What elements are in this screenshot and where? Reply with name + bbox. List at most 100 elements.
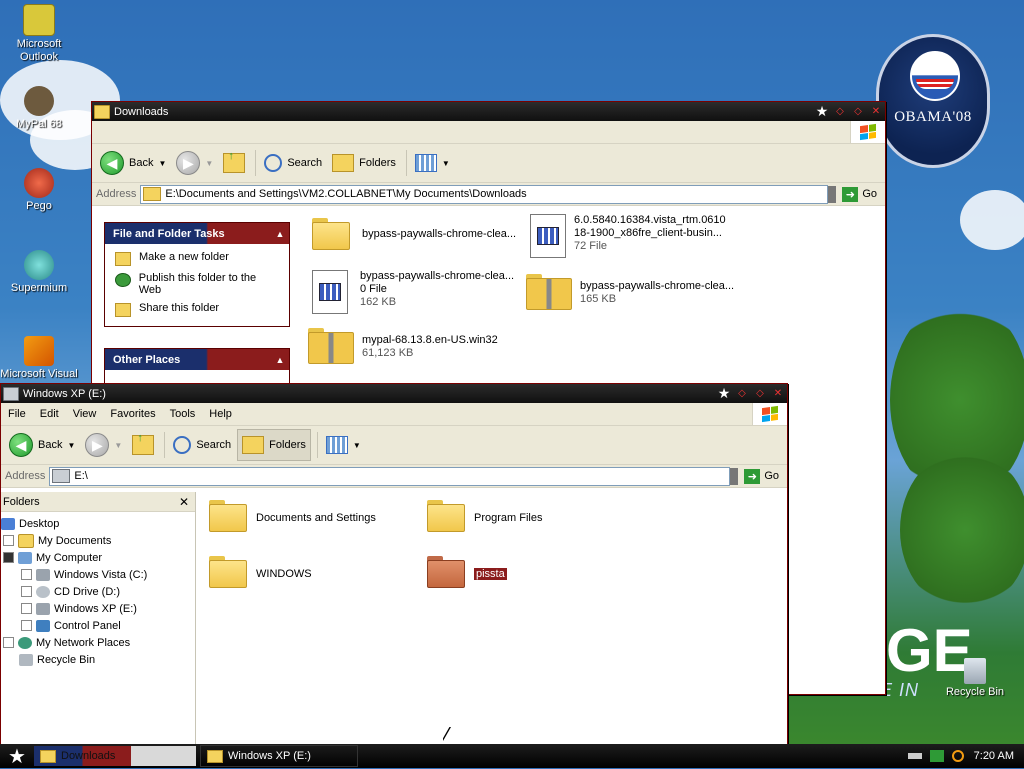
menu-file[interactable]: File bbox=[1, 408, 33, 420]
network-tray-icon[interactable] bbox=[929, 750, 944, 762]
desktop-icon-visual[interactable]: Microsoft Visual bbox=[0, 336, 78, 381]
expand-box[interactable] bbox=[3, 535, 14, 546]
taskbar-button-windows-xp[interactable]: Windows XP (E:) bbox=[200, 745, 358, 767]
folder-item[interactable]: WINDOWS bbox=[209, 556, 312, 588]
tree-item-my-documents[interactable]: My Documents bbox=[1, 532, 195, 549]
maximize-button[interactable]: ◇ bbox=[849, 104, 867, 120]
views-button[interactable]: ▼ bbox=[322, 430, 365, 460]
tree-item-label: My Computer bbox=[36, 551, 103, 564]
go-button[interactable]: ➜ Go bbox=[836, 186, 885, 202]
back-arrow-icon: ◀ bbox=[100, 151, 124, 175]
desktop-icon bbox=[1, 517, 15, 530]
menu-view[interactable]: View bbox=[66, 408, 104, 420]
maximize-button[interactable]: ◇ bbox=[751, 386, 769, 402]
desktop-icon-outlook[interactable]: Microsoft Outlook bbox=[0, 4, 78, 64]
back-button[interactable]: ◀ Back ▼ bbox=[5, 430, 79, 460]
clock[interactable]: 7:20 AM bbox=[974, 750, 1014, 762]
search-button[interactable]: Search bbox=[169, 430, 235, 460]
task-share-folder[interactable]: Share this folder bbox=[105, 299, 289, 320]
go-button[interactable]: ➜ Go bbox=[738, 468, 787, 484]
folder-item[interactable]: Documents and Settings bbox=[209, 500, 376, 532]
file-item[interactable]: mypal-68.13.8.en-US.win32 61,123 KB bbox=[308, 328, 498, 364]
search-button[interactable]: Search bbox=[260, 148, 326, 178]
address-input[interactable]: E:\ bbox=[49, 466, 731, 486]
tree-item-cd-drive[interactable]: CD Drive (D:) bbox=[1, 583, 195, 600]
tree-item-desktop[interactable]: Desktop bbox=[1, 515, 195, 532]
tree-item-label: My Documents bbox=[38, 534, 112, 547]
drive-icon bbox=[52, 469, 71, 483]
minimize-button[interactable]: ◇ bbox=[831, 104, 849, 120]
folders-button[interactable]: Folders bbox=[328, 148, 400, 178]
menu-edit[interactable]: Edit bbox=[33, 408, 66, 420]
forward-arrow-icon: ▶ bbox=[176, 151, 201, 175]
tree-item-label: CD Drive (D:) bbox=[54, 585, 120, 598]
windows-flag-icon bbox=[850, 121, 885, 143]
chevron-down-icon: ▼ bbox=[114, 440, 123, 450]
minimize-button[interactable]: ◇ bbox=[733, 386, 751, 402]
pego-icon bbox=[24, 168, 54, 198]
expand-box[interactable] bbox=[3, 637, 14, 648]
expand-box[interactable] bbox=[21, 586, 32, 597]
keyboard-icon[interactable] bbox=[907, 753, 922, 759]
tree-item-control-panel[interactable]: Control Panel bbox=[1, 617, 195, 634]
back-button[interactable]: ◀ Back ▼ bbox=[96, 148, 170, 178]
search-tray-icon[interactable] bbox=[951, 750, 964, 762]
task-make-new-folder[interactable]: Make a new folder bbox=[105, 248, 289, 269]
desktop-icon-mypal[interactable]: MyPal 68 bbox=[0, 86, 78, 131]
close-button[interactable]: ✕ bbox=[867, 104, 885, 120]
forward-button[interactable]: ▶ ▼ bbox=[172, 148, 217, 178]
desktop-icon-supermium[interactable]: Supermium bbox=[0, 250, 78, 295]
tree-item-my-computer[interactable]: My Computer bbox=[1, 549, 195, 566]
menu-help[interactable]: Help bbox=[202, 408, 239, 420]
collapse-icon[interactable]: ▲ bbox=[271, 355, 289, 365]
back-label: Back bbox=[129, 157, 154, 169]
forward-button[interactable]: ▶ ▼ bbox=[81, 430, 126, 460]
task-publish-folder[interactable]: Publish this folder to the Web bbox=[105, 269, 289, 299]
desktop-icon-label: Pego bbox=[26, 200, 52, 212]
taskbar-button-downloads[interactable]: Downloads bbox=[34, 746, 196, 766]
expand-box[interactable] bbox=[21, 620, 32, 631]
control-panel-icon bbox=[36, 619, 50, 632]
file-item[interactable]: 6.0.5840.16384.vista_rtm.0610 18-1900_x8… bbox=[530, 214, 726, 258]
tasks-pane-header[interactable]: File and Folder Tasks ▲ bbox=[105, 223, 289, 244]
tree-item-vista-drive[interactable]: Windows Vista (C:) bbox=[1, 566, 195, 583]
obama-logo-icon bbox=[910, 51, 960, 101]
folder-item-selected[interactable]: pissta bbox=[427, 556, 507, 588]
downloads-titlebar[interactable]: Downloads ★ ◇ ◇ ✕ bbox=[92, 102, 885, 121]
globe-icon bbox=[115, 273, 131, 287]
views-button[interactable]: ▼ bbox=[411, 148, 454, 178]
desktop-icon-recycle-bin[interactable]: Recycle Bin bbox=[936, 658, 1014, 699]
address-value: E:\ bbox=[74, 470, 88, 482]
address-value: E:\Documents and Settings\VM2.COLLABNET\… bbox=[165, 188, 527, 200]
desktop-icon-pego[interactable]: Pego bbox=[0, 168, 78, 213]
tree-item-network-places[interactable]: My Network Places bbox=[1, 634, 195, 651]
other-places-header[interactable]: Other Places ▲ bbox=[105, 349, 289, 370]
start-button[interactable]: ★ bbox=[0, 744, 34, 769]
tree-item-xp-drive[interactable]: Windows XP (E:) bbox=[1, 600, 195, 617]
address-dropdown-button[interactable] bbox=[828, 185, 837, 203]
folder-item[interactable]: Program Files bbox=[427, 500, 542, 532]
up-button[interactable]: ↑ bbox=[219, 148, 249, 178]
menu-tools[interactable]: Tools bbox=[163, 408, 203, 420]
address-dropdown-button[interactable] bbox=[730, 467, 739, 485]
up-folder-icon: ↑ bbox=[132, 432, 155, 455]
collapse-box[interactable] bbox=[3, 552, 14, 563]
up-button[interactable]: ↑ bbox=[128, 430, 158, 460]
close-icon[interactable]: ✕ bbox=[179, 495, 189, 509]
close-button[interactable]: ✕ bbox=[769, 386, 787, 402]
search-icon bbox=[173, 436, 192, 454]
setup-file-icon bbox=[312, 270, 348, 314]
explorer-titlebar[interactable]: Windows XP (E:) ★ ◇ ◇ ✕ bbox=[1, 384, 787, 403]
menu-favorites[interactable]: Favorites bbox=[103, 408, 162, 420]
tree-item-recycle-bin[interactable]: Recycle Bin bbox=[1, 651, 195, 668]
tree-item-label: Control Panel bbox=[54, 619, 121, 632]
file-item[interactable]: bypass-paywalls-chrome-clea... 0 File 16… bbox=[312, 270, 514, 314]
collapse-icon[interactable]: ▲ bbox=[271, 229, 289, 239]
address-input[interactable]: E:\Documents and Settings\VM2.COLLABNET\… bbox=[140, 184, 829, 204]
back-label: Back bbox=[38, 439, 63, 451]
folders-button[interactable]: Folders bbox=[237, 429, 311, 461]
file-item[interactable]: bypass-paywalls-chrome-clea... 165 KB bbox=[526, 274, 734, 310]
expand-box[interactable] bbox=[21, 603, 32, 614]
file-item[interactable]: bypass-paywalls-chrome-clea... bbox=[312, 218, 516, 250]
expand-box[interactable] bbox=[21, 569, 32, 580]
